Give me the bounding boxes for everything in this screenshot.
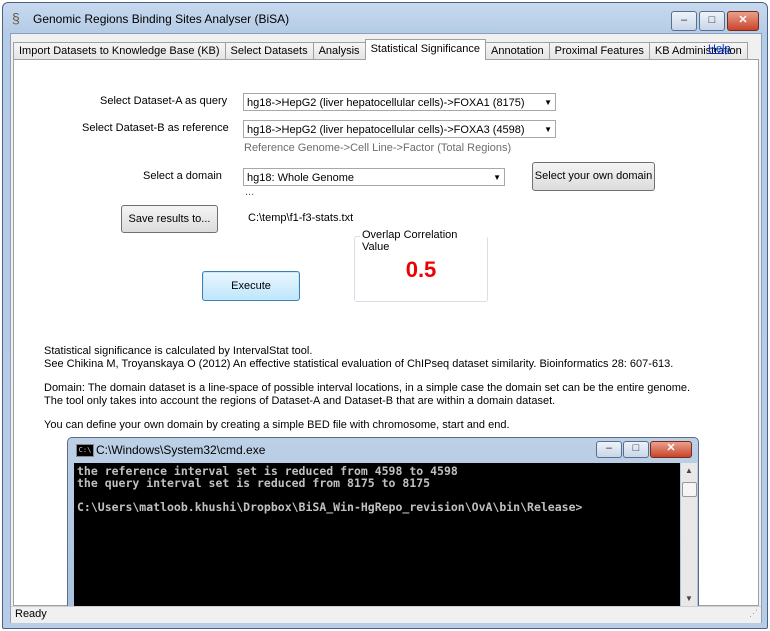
domain-ellipsis: ... — [245, 186, 255, 198]
info-line-1: Statistical significance is calculated b… — [44, 345, 313, 357]
tab-strip: Import Datasets to Knowledge Base (KB) S… — [13, 39, 748, 60]
statistical-significance-panel: Select Dataset-A as query hg18->HepG2 (l… — [13, 59, 759, 609]
tab-proximal-features[interactable]: Proximal Features — [548, 42, 650, 60]
domain-value: hg18: Whole Genome — [247, 172, 355, 184]
chevron-down-icon: ▼ — [544, 125, 552, 134]
console-prompt: C:\Users\matloob.khushi\Dropbox\BiSA_Win… — [77, 500, 583, 514]
status-text: Ready — [15, 608, 47, 620]
info-line-5: You can define your own domain by creati… — [44, 419, 510, 431]
title-bar[interactable]: § Genomic Regions Binding Sites Analyser… — [3, 3, 767, 33]
chevron-down-icon: ▼ — [493, 173, 501, 182]
scroll-up-icon[interactable]: ▲ — [681, 463, 697, 479]
info-line-3: Domain: The domain dataset is a line-spa… — [44, 382, 691, 394]
tab-kb-administration[interactable]: KB Administration — [648, 42, 748, 60]
console-line: the query interval set is reduced from 8… — [77, 476, 431, 490]
tab-statistical-significance[interactable]: Statistical Significance — [364, 39, 487, 60]
console-icon: C:\ — [76, 444, 94, 457]
minimize-button[interactable]: – — [671, 11, 697, 31]
execute-button[interactable]: Execute — [202, 271, 300, 301]
console-minimize-button[interactable]: – — [596, 441, 622, 458]
dataset-format-hint: Reference Genome->Cell Line->Factor (Tot… — [244, 142, 512, 154]
dataset-b-select[interactable]: hg18->HepG2 (liver hepatocellular cells)… — [243, 120, 556, 138]
window-title: Genomic Regions Binding Sites Analyser (… — [33, 12, 290, 26]
resize-grip-icon[interactable]: ⋰ — [749, 608, 758, 619]
scroll-down-icon[interactable]: ▼ — [681, 591, 697, 607]
status-bar: Ready ⋰ — [11, 606, 761, 623]
console-title: C:\Windows\System32\cmd.exe — [96, 443, 266, 457]
overlap-correlation-value: 0.5 — [405, 257, 437, 282]
dataset-b-label: Select Dataset-B as reference — [82, 122, 229, 134]
select-own-domain-button[interactable]: Select your own domain — [532, 162, 655, 191]
dataset-b-value: hg18->HepG2 (liver hepatocellular cells)… — [247, 124, 525, 136]
client-area: Import Datasets to Knowledge Base (KB) S… — [10, 33, 762, 623]
tab-annotation[interactable]: Annotation — [485, 42, 550, 60]
save-path: C:\temp\f1-f3-stats.txt — [248, 212, 354, 224]
tab-analysis[interactable]: Analysis — [312, 42, 366, 60]
console-window: C:\ C:\Windows\System32\cmd.exe – □ ✕ th… — [67, 437, 699, 609]
overlap-correlation-group: Overlap Correlation Value 0.5 — [354, 229, 488, 302]
domain-label: Select a domain — [143, 170, 222, 182]
dataset-a-select[interactable]: hg18->HepG2 (liver hepatocellular cells)… — [243, 93, 556, 111]
chevron-down-icon: ▼ — [544, 98, 552, 107]
console-close-button[interactable]: ✕ — [650, 441, 692, 458]
tab-import-datasets[interactable]: Import Datasets to Knowledge Base (KB) — [13, 42, 226, 60]
scroll-thumb[interactable] — [682, 482, 697, 497]
close-button[interactable]: ✕ — [727, 11, 759, 31]
overlap-correlation-title: Overlap Correlation Value — [360, 229, 487, 253]
dna-icon: § — [12, 10, 20, 26]
console-maximize-button[interactable]: □ — [623, 441, 649, 458]
app-window: § Genomic Regions Binding Sites Analyser… — [2, 2, 768, 629]
console-scrollbar[interactable]: ▲ ▼ — [681, 463, 697, 607]
dataset-a-value: hg18->HepG2 (liver hepatocellular cells)… — [247, 97, 525, 109]
save-results-button[interactable]: Save results to... — [121, 205, 218, 233]
console-output[interactable]: the reference interval set is reduced fr… — [74, 463, 680, 607]
tab-select-datasets[interactable]: Select Datasets — [224, 42, 314, 60]
dataset-a-label: Select Dataset-A as query — [100, 95, 228, 107]
info-line-2: See Chikina M, Troyanskaya O (2012) An e… — [44, 358, 674, 370]
domain-select[interactable]: hg18: Whole Genome ▼ — [243, 168, 505, 186]
maximize-button[interactable]: □ — [699, 11, 725, 31]
info-line-4: The tool only takes into account the reg… — [44, 395, 556, 407]
help-link[interactable]: Help — [708, 43, 731, 55]
